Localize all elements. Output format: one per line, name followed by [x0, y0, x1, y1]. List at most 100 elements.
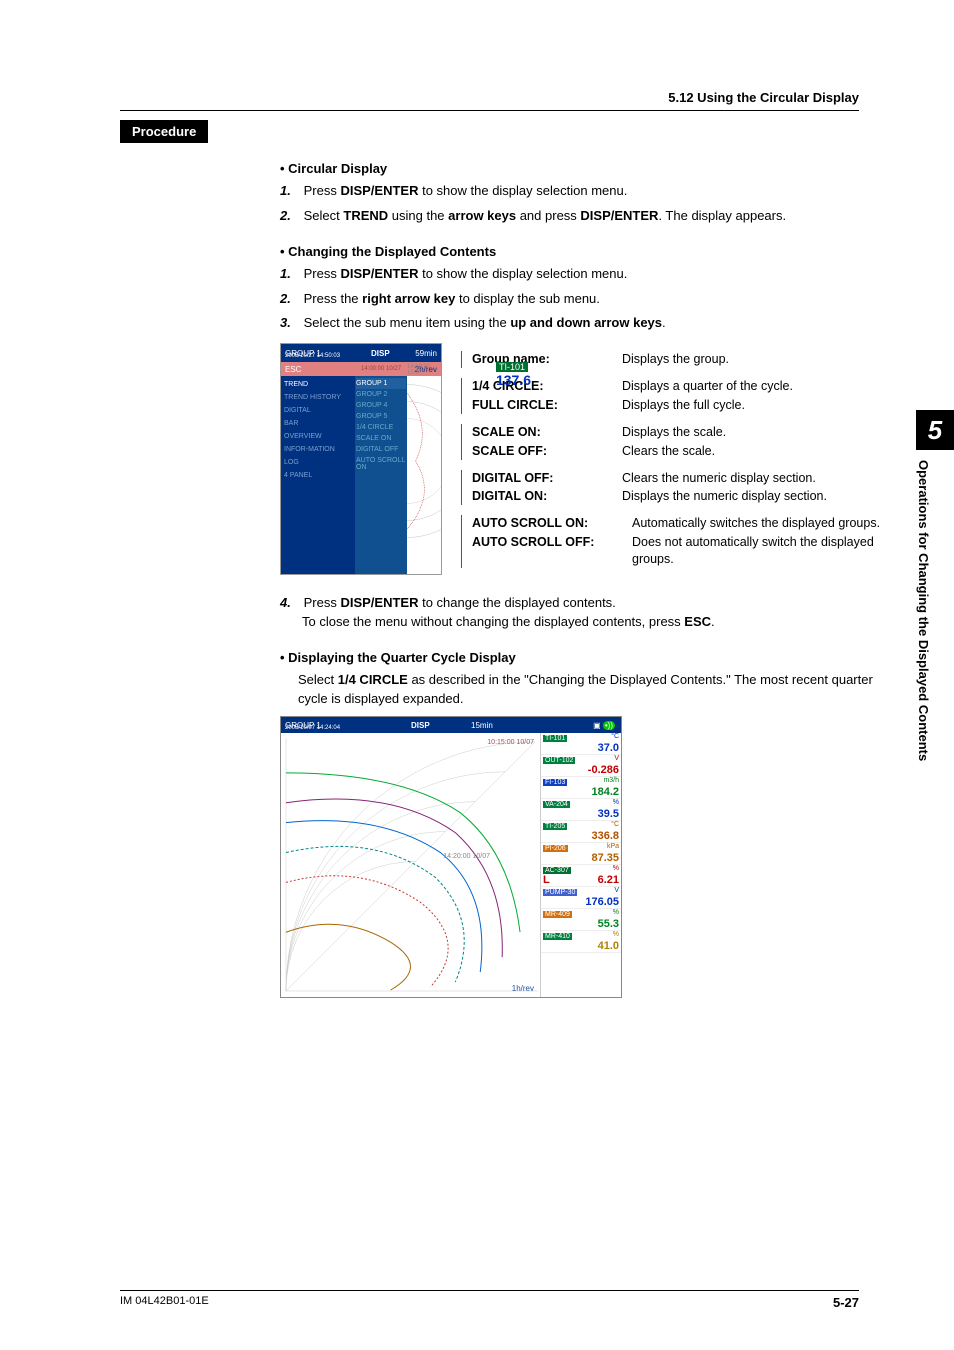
camera-icon: ▣: [593, 721, 601, 730]
t: Press the: [304, 291, 363, 306]
def-label: SCALE ON:: [472, 424, 622, 441]
submenu-item: AUTO SCROLL ON: [356, 455, 406, 473]
menu-item: LOG: [283, 456, 353, 469]
value-tag: MR-409: [543, 911, 572, 918]
def-desc: Clears the scale.: [622, 443, 715, 460]
value-tag: AC-307: [543, 867, 571, 874]
t: DISP/ENTER: [340, 266, 418, 281]
value-unit: °C: [611, 821, 619, 828]
procedure-badge: Procedure: [120, 120, 208, 143]
ss1-main-menu: TREND TREND HISTORY DIGITAL BAR OVERVIEW…: [281, 376, 355, 574]
value-row: PUMP-30 V 176.05: [541, 887, 621, 909]
value-tag: OUT-102: [543, 757, 575, 764]
t: up and down arrow keys: [510, 315, 662, 330]
step-num: 2.: [280, 290, 300, 309]
def-desc: Displays a quarter of the cycle.: [622, 378, 793, 395]
step-num: 4.: [280, 594, 300, 613]
t: 1/4 CIRCLE: [338, 672, 408, 687]
value-row: TI-101 °C 37.0: [541, 733, 621, 755]
def-label: DIGITAL OFF:: [472, 470, 622, 487]
def-label: AUTO SCROLL OFF:: [472, 534, 632, 568]
value-row: PI-206 kPa 87.35: [541, 843, 621, 865]
menu-item: INFOR-MATION: [283, 443, 353, 456]
value-unit: %: [613, 799, 619, 806]
step-num: 1.: [280, 182, 300, 201]
ss2-chart-area: 10:15:00 10/07 14:20:00 10/07 1h/rev: [281, 733, 540, 997]
submenu-item: GROUP 4: [356, 400, 406, 411]
value-unit: %: [613, 931, 619, 938]
screenshot-quarter: GROUP 1 2005/10/07 14:24:04 DISP 15min ▣…: [280, 716, 622, 998]
step: 3. Select the sub menu item using the up…: [302, 314, 894, 333]
value-tag: PI-206: [543, 845, 568, 852]
t: to show the display selection menu.: [418, 266, 627, 281]
value-number: 184.2: [543, 786, 619, 798]
def-desc: Clears the numeric display section.: [622, 470, 816, 487]
value-row: OUT-102V-0.286: [541, 755, 621, 777]
t: to show the display selection menu.: [418, 183, 627, 198]
def-label: DIGITAL ON:: [472, 488, 622, 505]
value-number: 87.35: [543, 852, 619, 864]
value-number: 55.3: [543, 918, 619, 930]
menu-item: 4 PANEL: [283, 469, 353, 482]
def-label: Group name:: [472, 351, 622, 368]
value-unit: %: [613, 865, 619, 872]
page-footer: IM 04L42B01-01E 5-27: [120, 1290, 859, 1310]
t: DISP/ENTER: [340, 183, 418, 198]
step-num: 3.: [280, 314, 300, 333]
t: Press: [304, 266, 341, 281]
screenshot-menu: GROUP 1 2005/10/27 14:50:03 DISP 59min E…: [280, 343, 442, 575]
ss1-time2: 14:10:00 10/27: [407, 364, 439, 376]
value-tag: TI-101: [543, 735, 567, 742]
value-number: 39.5: [543, 808, 619, 820]
value-tag: TI-205: [543, 823, 567, 830]
value-row: AC-307% L6.21: [541, 865, 621, 887]
ss1-tag: TI-101: [496, 362, 528, 372]
value-row: FI-103m3/h184.2: [541, 777, 621, 799]
heading-circular-display: Circular Display: [280, 161, 894, 176]
t: arrow keys: [448, 208, 516, 223]
step: 1. Press DISP/ENTER to show the display …: [302, 265, 894, 284]
chapter-title: Operations for Changing the Displayed Co…: [916, 450, 931, 860]
value-number: 41.0: [543, 940, 619, 952]
ss1-chart-area: 14:10:00 10/27: [407, 376, 441, 574]
value-unit: %: [613, 909, 619, 916]
menu-item: TREND HISTORY: [283, 391, 353, 404]
sec3-body: Select 1/4 CIRCLE as described in the "C…: [298, 671, 894, 709]
value-number: 37.0: [543, 742, 619, 754]
t: . The display appears.: [658, 208, 786, 223]
ss1-mins: 59min: [415, 349, 437, 358]
menu-item: TREND: [283, 378, 353, 391]
def-desc: Displays the group.: [622, 351, 729, 368]
def-desc: Displays the scale.: [622, 424, 726, 441]
ss2-timestamp: 2005/10/07 14:24:04: [285, 725, 340, 731]
step: 4. Press DISP/ENTER to change the displa…: [302, 594, 894, 632]
value-number: 176.05: [543, 896, 619, 908]
submenu-item: SCALE ON: [356, 433, 406, 444]
value-tag: PUMP-30: [543, 889, 577, 896]
t: DISP/ENTER: [580, 208, 658, 223]
def-desc: Automatically switches the displayed gro…: [632, 515, 880, 532]
t: .: [711, 614, 715, 629]
submenu-item: 1/4 CIRCLE: [356, 422, 406, 433]
ss1-val: 137.6: [496, 372, 531, 388]
ss1-timestamp: 2005/10/27 14:50:03: [285, 353, 340, 359]
submenu-item: GROUP 2: [356, 389, 406, 400]
header-rule: [120, 110, 859, 111]
ss1-esc: ESC: [285, 365, 301, 374]
value-unit: V: [614, 887, 619, 894]
step-num: 2.: [280, 207, 300, 226]
value-unit: °C: [611, 733, 619, 740]
submenu-item: GROUP 5: [356, 411, 406, 422]
value-tag: VA-204: [543, 801, 570, 808]
value-unit: kPa: [607, 843, 619, 850]
heading-changing-contents: Changing the Displayed Contents: [280, 244, 894, 259]
chapter-number: 5: [916, 410, 954, 450]
value-row: MR-410%41.0: [541, 931, 621, 953]
t: TREND: [343, 208, 388, 223]
signal-icon: •)): [603, 721, 615, 730]
step-num: 1.: [280, 265, 300, 284]
def-label: 1/4 CIRCLE:: [472, 378, 622, 395]
value-number: L6.21: [543, 874, 619, 886]
def-desc: Does not automatically switch the displa…: [632, 534, 894, 568]
ss1-sub-menu: GROUP 1 GROUP 2 GROUP 4 GROUP 5 1/4 CIRC…: [355, 376, 407, 574]
